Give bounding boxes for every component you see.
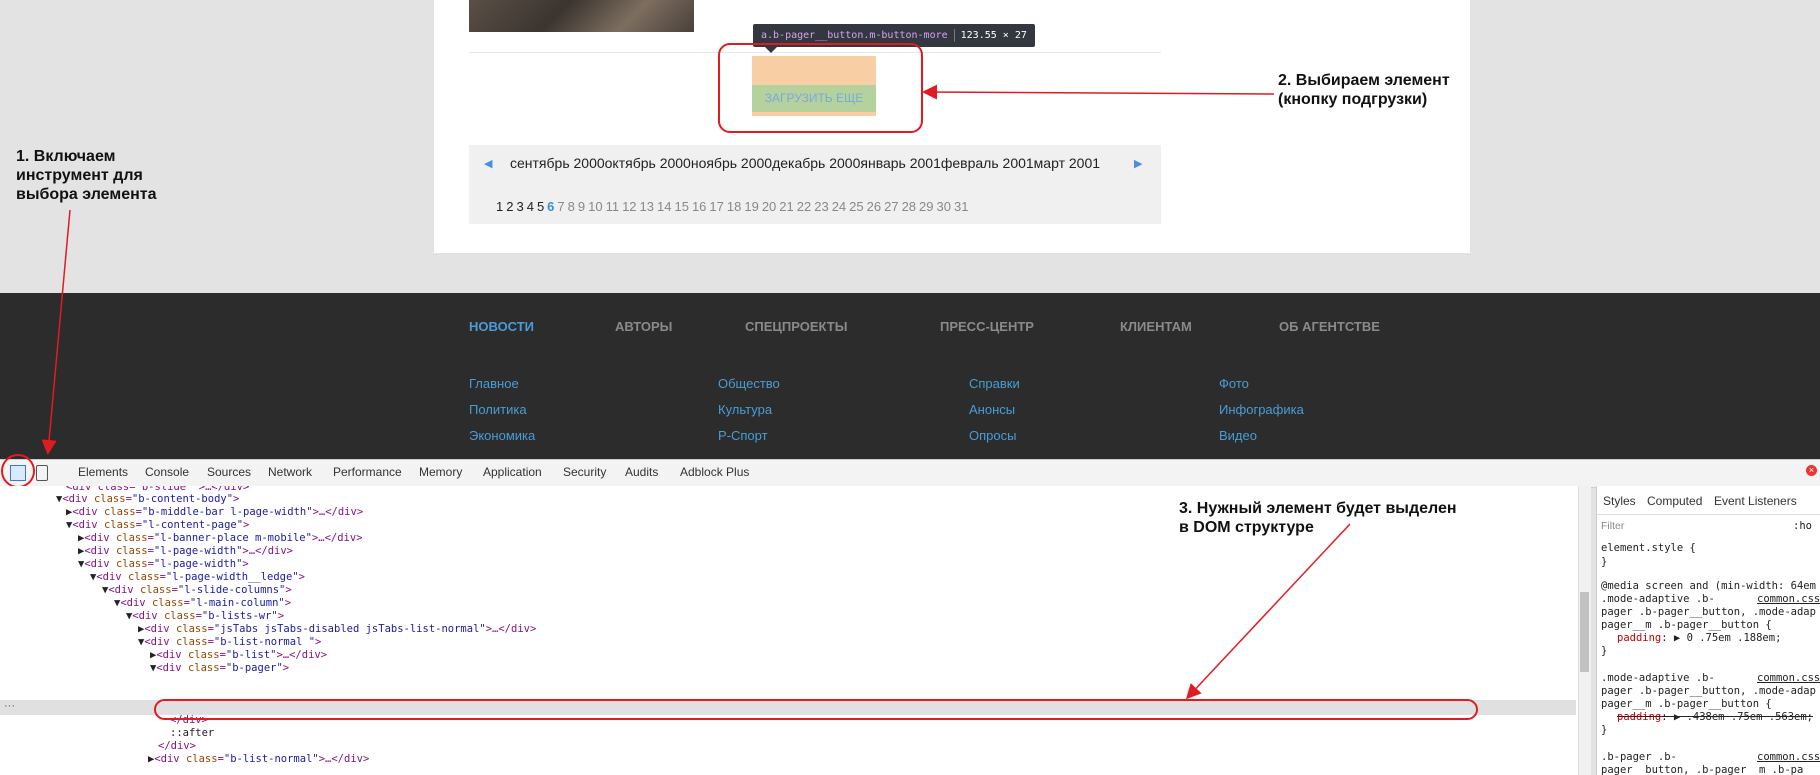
arrow-step-3 xyxy=(1185,523,1351,700)
arrow-step-2 xyxy=(922,84,1275,100)
annotation-arrows xyxy=(41,84,1351,700)
arrow-step-1 xyxy=(41,209,71,455)
